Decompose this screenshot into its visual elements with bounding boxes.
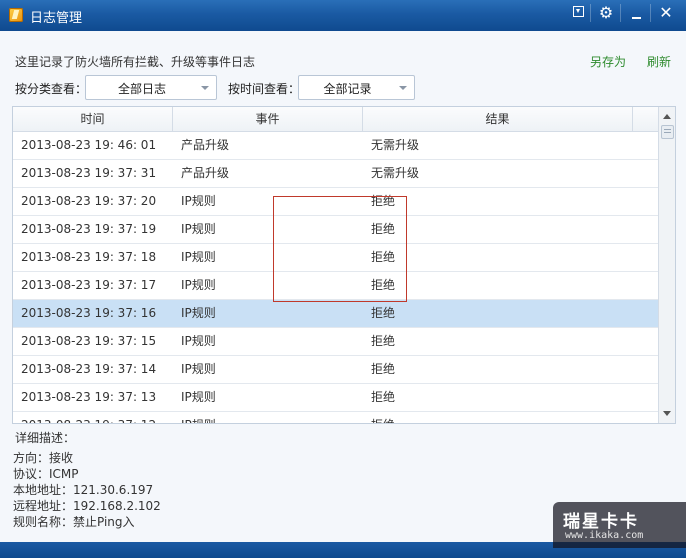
divider [590, 4, 591, 22]
app-icon [9, 8, 23, 22]
divider [650, 4, 651, 22]
cell-time: 2013-08-23 19: 37: 18 [21, 250, 157, 264]
detail-heading: 详细描述： [15, 431, 76, 445]
cell-event: IP规则 [181, 222, 216, 236]
scroll-up-icon[interactable] [663, 114, 671, 119]
refresh-link[interactable]: 刷新 [647, 53, 671, 70]
detail-direction: 方向：接收 [13, 451, 74, 465]
cell-event: IP规则 [181, 278, 216, 292]
divider [620, 4, 621, 22]
cell-event: IP规则 [181, 306, 216, 320]
log-management-window: 日志管理 ⚙ ✕ 这里记录了防火墙所有拦截、升级等事件日志 另存为 刷新 按分类… [0, 0, 686, 558]
chevron-down-icon [572, 6, 584, 17]
cell-event: IP规则 [181, 362, 216, 376]
column-header-event[interactable]: 事件 [173, 107, 363, 131]
cell-event: IP规则 [181, 334, 216, 348]
cell-time: 2013-08-23 19: 37: 19 [21, 222, 157, 236]
cell-time: 2013-08-23 19: 37: 17 [21, 278, 157, 292]
cell-result: 无需升级 [371, 138, 420, 152]
column-header-result[interactable]: 结果 [363, 107, 633, 131]
table-row[interactable]: 2013-08-23 19: 37: 12 IP规则 拒绝 [13, 412, 658, 423]
watermark-logo: 瑞星卡卡 [563, 512, 639, 532]
detail-rule-name: 规则名称：禁止Ping入 [13, 515, 135, 529]
cell-time: 2013-08-23 19: 37: 13 [21, 390, 157, 404]
cell-result: 拒绝 [371, 334, 396, 348]
watermark: 瑞星卡卡 www.ikaka.com [553, 502, 686, 548]
vertical-scrollbar[interactable] [658, 107, 675, 423]
title-bar: 日志管理 ⚙ ✕ [0, 0, 686, 31]
settings-button[interactable]: ⚙ [594, 2, 618, 24]
detail-protocol: 协议：ICMP [13, 467, 79, 481]
menu-dropdown-button[interactable] [566, 2, 590, 24]
scrollbar-thumb[interactable] [661, 125, 674, 139]
cell-result: 拒绝 [371, 390, 396, 404]
table-row[interactable]: 2013-08-23 19: 37: 14 IP规则 拒绝 [13, 356, 658, 384]
cell-time: 2013-08-23 19: 37: 12 [21, 412, 156, 423]
detail-local-address: 本地地址：121.30.6.197 [13, 483, 154, 497]
cell-event: IP规则 [181, 194, 216, 208]
time-select-value: 全部记录 [323, 82, 372, 96]
watermark-url: www.ikaka.com [565, 530, 644, 541]
close-button[interactable]: ✕ [654, 2, 678, 24]
category-select[interactable]: 全部日志 [85, 75, 217, 100]
cell-event: IP规则 [181, 390, 216, 404]
close-icon: ✕ [659, 3, 673, 22]
cell-result: 拒绝 [371, 306, 396, 320]
table-header: 时间 事件 结果 [13, 107, 659, 132]
cell-result: 拒绝 [371, 412, 395, 423]
table-row[interactable]: 2013-08-23 19: 46: 01 产品升级 无需升级 [13, 132, 658, 160]
chevron-down-icon [399, 86, 407, 90]
category-select-value: 全部日志 [117, 82, 166, 96]
table-row[interactable]: 2013-08-23 19: 37: 15 IP规则 拒绝 [13, 328, 658, 356]
chevron-down-icon [201, 86, 209, 90]
highlight-annotation-box [273, 196, 407, 302]
minimize-icon [631, 17, 641, 19]
cell-event: IP规则 [181, 250, 216, 264]
detail-remote-address: 远程地址：192.168.2.102 [13, 499, 161, 513]
category-filter-label: 按分类查看： [15, 82, 88, 96]
table-row[interactable]: 2013-08-23 19: 37: 31 产品升级 无需升级 [13, 160, 658, 188]
time-select[interactable]: 全部记录 [298, 75, 415, 100]
window-title: 日志管理 [30, 11, 83, 26]
cell-time: 2013-08-23 19: 37: 14 [21, 362, 157, 376]
cell-time: 2013-08-23 19: 46: 01 [21, 138, 157, 152]
table-row[interactable]: 2013-08-23 19: 37: 13 IP规则 拒绝 [13, 384, 658, 412]
table-row[interactable]: 2013-08-23 19: 37: 16 IP规则 拒绝 [13, 300, 658, 328]
cell-time: 2013-08-23 19: 37: 20 [21, 194, 157, 208]
cell-result: 无需升级 [371, 166, 420, 180]
gear-icon: ⚙ [598, 3, 614, 22]
cell-time: 2013-08-23 19: 37: 15 [21, 334, 157, 348]
cell-event: IP规则 [181, 412, 216, 423]
minimize-button[interactable] [624, 2, 648, 24]
cell-time: 2013-08-23 19: 37: 31 [21, 166, 157, 180]
column-header-time[interactable]: 时间 [13, 107, 173, 131]
save-as-link[interactable]: 另存为 [590, 53, 626, 70]
cell-result: 拒绝 [371, 362, 396, 376]
cell-time: 2013-08-23 19: 37: 16 [21, 306, 157, 320]
time-filter-label: 按时间查看： [228, 82, 301, 96]
page-description: 这里记录了防火墙所有拦截、升级等事件日志 [15, 55, 256, 69]
cell-event: 产品升级 [181, 138, 230, 152]
cell-event: 产品升级 [181, 166, 230, 180]
scroll-down-icon[interactable] [663, 411, 671, 416]
